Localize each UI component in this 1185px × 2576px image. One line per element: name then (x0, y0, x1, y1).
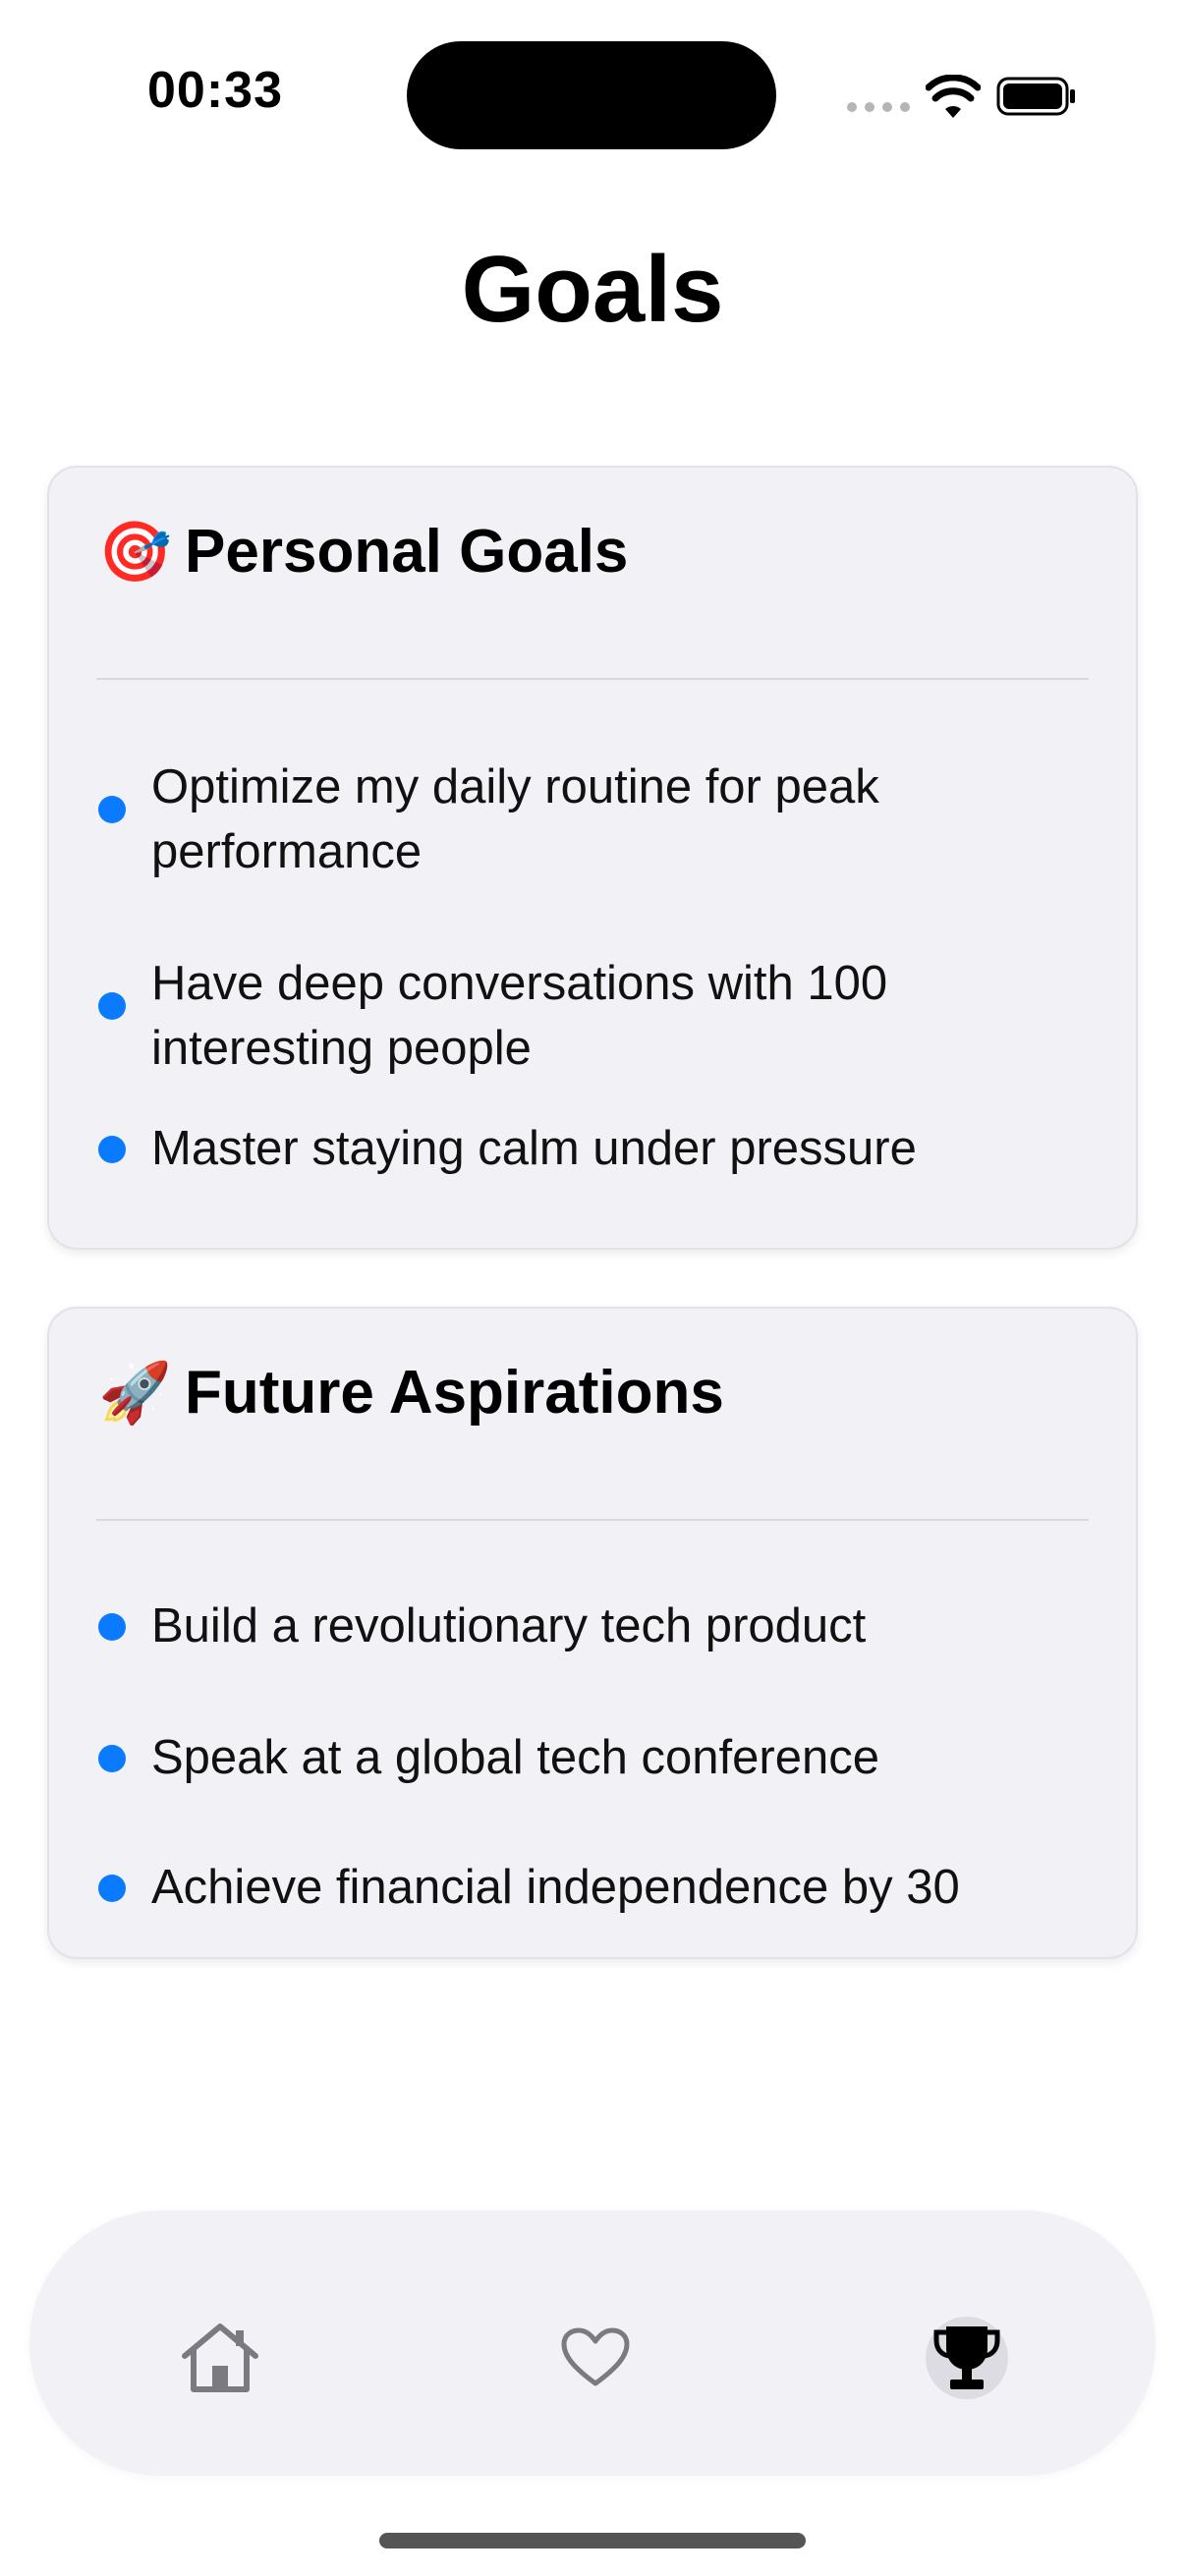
goal-text: Speak at a global tech conference (151, 1731, 879, 1784)
goal-item: Achieve financial independence by 30 (98, 1855, 1097, 1920)
goal-text: Achieve financial independence by 30 (151, 1861, 960, 1914)
home-indicator[interactable] (379, 2533, 806, 2548)
card-divider (96, 1519, 1089, 1521)
goal-text: Optimize my daily routine for peak perfo… (151, 760, 879, 878)
goals-screen: 00:33 Goals 🎯 Personal Goals Optimize my… (0, 0, 1185, 2576)
card-title: Future Aspirations (185, 1359, 724, 1427)
card-title: Personal Goals (185, 518, 629, 586)
card-divider (96, 678, 1089, 680)
tab-bar (29, 2211, 1156, 2476)
bullet-icon (98, 1136, 126, 1163)
goal-text: Master staying calm under pressure (151, 1122, 917, 1175)
bullet-icon (98, 1745, 126, 1772)
trophy-icon (933, 2326, 1000, 2389)
status-time: 00:33 (147, 62, 283, 119)
heart-icon (561, 2327, 630, 2386)
card-header: 🚀 Future Aspirations (98, 1358, 724, 1428)
battery-icon (996, 77, 1075, 116)
wifi-icon (926, 75, 981, 118)
page-title: Goals (461, 237, 724, 342)
home-icon (182, 2324, 258, 2392)
goal-item: Master staying calm under pressure (98, 1116, 1097, 1181)
bullet-icon (98, 992, 126, 1020)
target-icon: 🎯 (98, 517, 172, 587)
bullet-icon (98, 1613, 126, 1641)
tab-home[interactable] (171, 2309, 269, 2407)
personal-goals-card: 🎯 Personal Goals Optimize my daily routi… (47, 466, 1138, 1250)
goal-item: Optimize my daily routine for peak perfo… (98, 755, 1097, 884)
goal-item: Speak at a global tech conference (98, 1725, 1097, 1790)
goal-text: Have deep conversations with 100 interes… (151, 957, 888, 1075)
goal-item: Have deep conversations with 100 interes… (98, 951, 1097, 1081)
goal-text: Build a revolutionary tech product (151, 1599, 867, 1652)
cellular-signal-icon (847, 102, 910, 112)
tab-goals[interactable] (918, 2309, 1016, 2407)
dynamic-island (407, 41, 776, 149)
future-aspirations-card: 🚀 Future Aspirations Build a revolutiona… (47, 1307, 1138, 1959)
card-header: 🎯 Personal Goals (98, 517, 628, 587)
tab-favorites[interactable] (546, 2309, 645, 2407)
bullet-icon (98, 796, 126, 823)
rocket-icon: 🚀 (98, 1358, 172, 1428)
bullet-icon (98, 1875, 126, 1902)
goal-item: Build a revolutionary tech product (98, 1594, 1097, 1658)
